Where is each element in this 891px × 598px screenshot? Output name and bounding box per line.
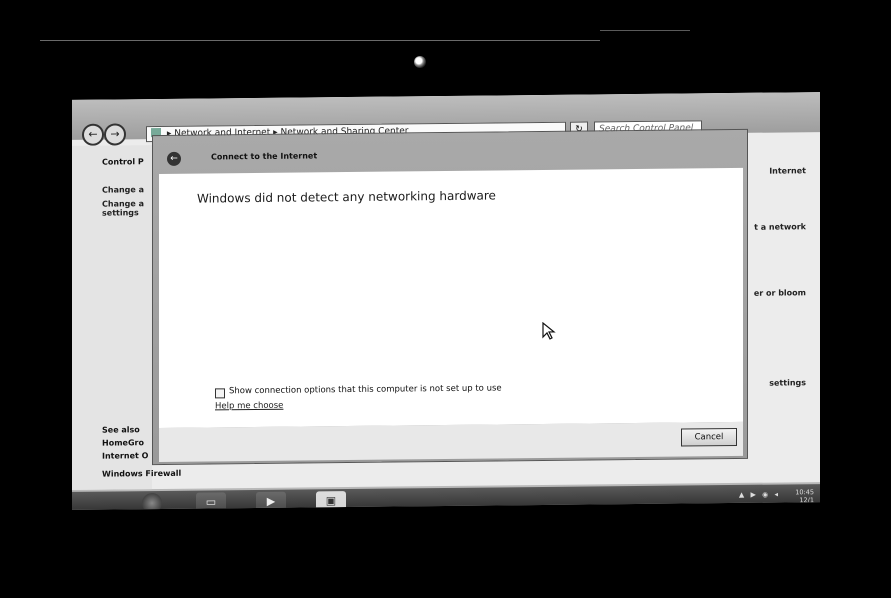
right-link-router[interactable]: er or bloom [754,288,806,298]
dialog-footer: Cancel [159,421,743,463]
taskbar-explorer[interactable]: ▭ [196,492,226,510]
system-clock[interactable]: 10:45 12/1 [795,488,814,504]
folder-icon: ▭ [205,495,217,509]
bezel-edge-right [600,30,690,31]
media-player-icon: ▶ [266,494,276,508]
control-panel-home-link[interactable]: Control P [102,157,144,166]
show-options-label[interactable]: Show connection options that this comput… [229,383,502,396]
bezel-edge [40,40,600,41]
see-also-homegroup[interactable]: HomeGro [102,438,144,447]
forward-button[interactable]: → [104,123,126,146]
back-button[interactable]: ← [82,123,104,146]
webcam-icon [414,56,426,68]
show-options-checkbox[interactable] [215,388,225,399]
dialog-content: Windows did not detect any networking ha… [159,167,743,429]
change-adapter-link[interactable]: Change a [102,185,144,194]
see-also-heading: See also [102,425,140,435]
cancel-button[interactable]: Cancel [681,427,737,447]
taskbar-network[interactable]: ▣ [316,491,346,510]
system-tray-icons[interactable]: ▲ ▶ ◉ ◂ [739,491,780,499]
right-link-internet[interactable]: Internet [769,166,806,175]
dialog-titlebar: ← Connect to the Internet [161,144,741,168]
right-link-network[interactable]: t a network [754,222,806,232]
clock-date: 12/1 [799,496,814,505]
connect-internet-dialog: ← Connect to the Internet Windows did no… [152,128,748,466]
photo-frame: ← → ▸ Network and Internet ▸ Network and… [0,0,891,598]
clock-time: 10:45 [795,488,814,497]
dialog-back-button[interactable]: ← [167,151,181,166]
mouse-cursor-icon [542,321,556,340]
right-link-settings[interactable]: settings [769,378,806,387]
see-also-internet-options[interactable]: Internet O [102,451,148,460]
help-me-choose-link[interactable]: Help me choose [215,401,283,412]
dialog-title: Connect to the Internet [211,151,318,162]
arrow-left-icon: ← [170,153,178,164]
taskbar-media-player[interactable]: ▶ [256,491,286,510]
left-pane: Control P Change a Change a settings See… [72,145,181,490]
arrow-right-icon: → [110,127,120,141]
laptop-screen: ← → ▸ Network and Internet ▸ Network and… [72,92,820,510]
change-advanced-link[interactable]: Change a [102,199,144,208]
network-icon: ▣ [325,494,337,508]
change-advanced-link-cont[interactable]: settings [102,208,139,217]
arrow-left-icon: ← [88,127,98,141]
see-also-windows-firewall[interactable]: Windows Firewall [102,469,181,479]
start-button[interactable] [142,492,162,510]
dialog-heading: Windows did not detect any networking ha… [197,188,496,206]
